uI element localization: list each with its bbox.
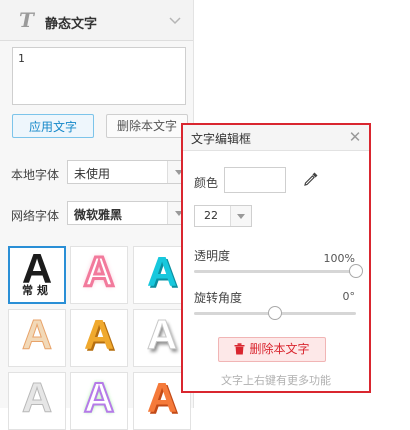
rotation-slider-thumb[interactable] [268,306,282,320]
style-preview-glyph: A [83,311,115,358]
style-preview-glyph: A [83,374,115,422]
text-input[interactable] [12,47,186,105]
style-tile-silver[interactable]: A [8,372,66,430]
dialog-delete-text-button[interactable]: 删除本文字 [218,337,326,362]
style-tile-rainbow[interactable]: A [70,372,128,430]
right-click-hint: 文字上右键有更多功能 [221,374,331,387]
style-tile-gold[interactable]: A [70,309,128,367]
font-size-value: 22 [204,209,218,222]
rotation-value: 0° [342,290,356,303]
opacity-label: 透明度 [194,249,231,263]
style-preview-glyph: A [82,247,115,296]
rotation-slider[interactable] [194,306,356,320]
chevron-down-icon[interactable] [167,12,183,28]
delete-text-button[interactable]: 删除本文字 [106,114,188,138]
dialog-header[interactable]: 文字编辑框 ✕ [183,125,369,151]
style-tile-dotted[interactable]: A [8,309,66,367]
web-font-select[interactable]: 微软雅黑 [67,201,191,225]
panel-header: T 静态文字 [0,0,193,41]
text-type-icon: T [19,8,34,32]
panel-title: 静态文字 [45,17,98,32]
web-font-value: 微软雅黑 [74,208,123,222]
local-font-value: 未使用 [74,167,111,181]
opacity-slider-thumb[interactable] [349,264,363,278]
trash-icon [234,343,245,355]
close-icon[interactable]: ✕ [347,128,363,146]
rotation-label: 旋转角度 [194,291,243,305]
apply-text-button[interactable]: 应用文字 [12,114,94,138]
style-tile-regular[interactable]: A 常规 [8,246,66,304]
dialog-delete-label: 删除本文字 [249,342,310,356]
dropdown-arrow-icon[interactable] [230,206,251,226]
dialog-title: 文字编辑框 [191,132,252,146]
web-font-label: 网络字体 [11,209,60,223]
color-swatch-input[interactable] [224,167,286,193]
color-label: 颜色 [194,176,219,190]
opacity-value: 100% [323,252,355,265]
font-size-select[interactable]: 22 [194,205,252,227]
style-preview-glyph: A [21,374,53,421]
eyedropper-icon[interactable] [303,171,319,187]
text-edit-dialog: 文字编辑框 ✕ 颜色 22 透明度 100% 旋转角度 0° 删除本文字 文字上… [181,123,371,393]
style-tile-pink-outline[interactable]: A [70,246,128,304]
style-preview-glyph: A [21,311,53,358]
opacity-slider[interactable] [194,264,363,278]
local-font-select[interactable]: 未使用 [67,160,191,184]
static-text-panel: T 静态文字 应用文字 删除本文字 本地字体 未使用 网络字体 微软雅黑 A 常… [0,0,194,430]
style-tile-label: 常规 [22,284,52,297]
local-font-label: 本地字体 [11,168,60,182]
